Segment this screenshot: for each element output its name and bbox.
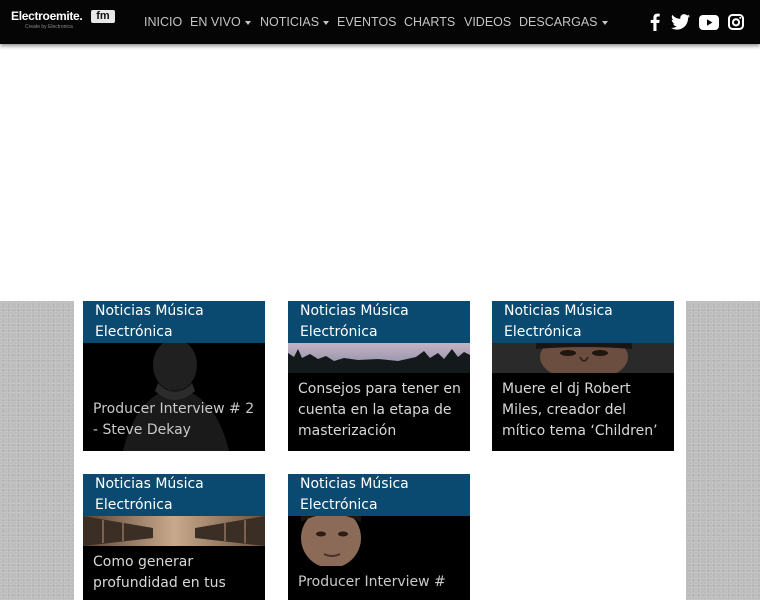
nav-item-label: INICIO (144, 15, 183, 29)
caret-down-icon (323, 20, 330, 25)
logo-text: Electroemite. (11, 9, 83, 23)
card-category[interactable]: Noticias Música Electrónica (83, 474, 265, 516)
site-logo[interactable]: Electroemite. fm Create by Electronica (11, 9, 115, 31)
nav-item-label: EN VIVO (190, 15, 241, 29)
nav-item-label: VIDEOS (464, 15, 512, 29)
top-navbar: Electroemite. fm Create by Electronica I… (0, 0, 760, 44)
card-title[interactable]: Consejos para tener en cuenta en la etap… (298, 379, 466, 442)
facebook-icon[interactable] (648, 12, 662, 32)
news-card[interactable]: Noticias Música Electrónica Como generar… (83, 474, 265, 600)
nav-item-noticias[interactable]: NOTICIAS (260, 13, 330, 31)
nav-item-label: DESCARGAS (519, 15, 598, 29)
card-image[interactable] (492, 343, 674, 373)
card-image[interactable] (83, 516, 265, 546)
caret-down-icon (601, 20, 608, 25)
news-card[interactable]: Noticias Música Electrónica Consejos par… (288, 301, 470, 451)
card-category[interactable]: Noticias Música Electrónica (492, 301, 674, 343)
card-image[interactable] (288, 343, 470, 373)
youtube-icon[interactable] (698, 12, 720, 32)
nav-item-inicio[interactable]: INICIO (144, 13, 182, 31)
nav-item-label: CHARTS (404, 15, 456, 29)
logo-tagline: Create by Electronica (25, 24, 73, 30)
ad-placeholder (0, 44, 760, 301)
nav-item-charts[interactable]: CHARTS (404, 13, 455, 31)
news-card[interactable]: Noticias Música Electrónica Muere el dj … (492, 301, 674, 451)
nav-item-en-vivo[interactable]: EN VIVO (190, 13, 251, 31)
card-category[interactable]: Noticias Música Electrónica (288, 474, 470, 516)
nav-item-eventos[interactable]: EVENTOS (337, 13, 397, 31)
card-title[interactable]: Producer Interview # (298, 572, 466, 593)
card-title[interactable]: Muere el dj Robert Miles, creador del mí… (502, 379, 670, 442)
logo-badge: fm (91, 10, 115, 23)
nav-item-videos[interactable]: VIDEOS (464, 13, 511, 31)
nav-item-descargas[interactable]: DESCARGAS (519, 13, 608, 31)
news-card[interactable]: Noticias Música Electrónica Producer Int… (288, 474, 470, 600)
card-category[interactable]: Noticias Música Electrónica (83, 301, 265, 343)
card-category[interactable]: Noticias Música Electrónica (288, 301, 470, 343)
nav-item-label: EVENTOS (337, 15, 397, 29)
card-title[interactable]: Como generar profundidad en tus (93, 552, 261, 594)
news-card[interactable]: Noticias Música Electrónica Producer Int… (83, 301, 265, 451)
instagram-icon[interactable] (727, 12, 745, 32)
caret-down-icon (244, 20, 251, 25)
twitter-icon[interactable] (670, 12, 690, 32)
nav-item-label: NOTICIAS (260, 15, 320, 29)
card-title[interactable]: Producer Interview # 2 - Steve Dekay (93, 399, 261, 441)
